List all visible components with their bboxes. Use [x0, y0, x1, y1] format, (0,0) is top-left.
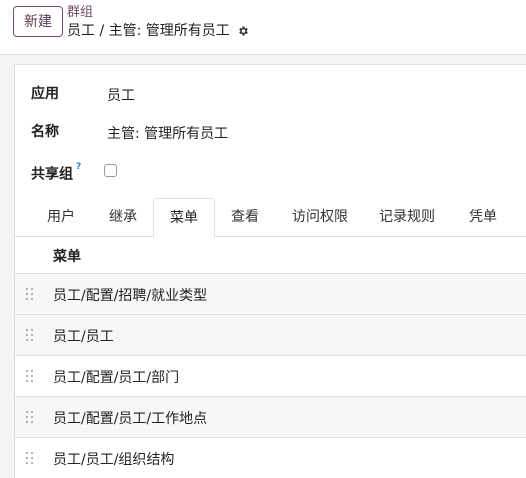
- menu-list-header: 菜单: [15, 237, 526, 274]
- breadcrumb: 员工 / 主管: 管理所有员工: [67, 22, 249, 40]
- menu-row-label: 员工/配置/员工/部门: [53, 370, 180, 386]
- menu-row-label: 员工/员工/组织结构: [53, 452, 175, 468]
- tab-vouchers[interactable]: 凭单: [456, 198, 510, 237]
- drag-handle-icon[interactable]: [26, 370, 36, 383]
- name-label: 名称: [31, 124, 59, 140]
- table-row[interactable]: 员工/配置/员工/工作地点: [15, 397, 526, 438]
- tab-inherited[interactable]: 继承: [95, 198, 151, 237]
- drag-handle-icon[interactable]: [26, 329, 36, 342]
- breadcrumb-current: 员工 / 主管: 管理所有员工: [67, 23, 230, 39]
- menu-row-label: 员工/配置/招聘/就业类型: [53, 288, 208, 304]
- new-button[interactable]: 新建: [13, 6, 63, 37]
- tab-access-rights[interactable]: 访问权限: [282, 198, 358, 237]
- table-row[interactable]: 员工/员工/组织结构: [15, 438, 526, 478]
- table-row[interactable]: 员工/配置/员工/部门: [15, 356, 526, 397]
- table-row[interactable]: 员工/员工: [15, 315, 526, 356]
- shared-group-label-text: 共享组: [31, 166, 73, 183]
- drag-handle-icon[interactable]: [26, 411, 36, 424]
- shared-group-label: 共享组?: [31, 162, 81, 184]
- drag-handle-icon[interactable]: [26, 452, 36, 465]
- shared-group-checkbox[interactable]: [104, 164, 117, 177]
- tab-menus[interactable]: 菜单: [153, 198, 215, 238]
- table-row[interactable]: 员工/配置/招聘/就业类型: [15, 274, 526, 315]
- menu-row-label: 员工/员工: [53, 329, 114, 345]
- tab-views[interactable]: 查看: [218, 198, 272, 237]
- menu-row-label: 员工/配置/员工/工作地点: [53, 411, 208, 427]
- app-label: 应用: [31, 86, 59, 102]
- tab-users[interactable]: 用户: [35, 198, 87, 237]
- control-panel: 新建 群组 员工 / 主管: 管理所有员工: [0, 0, 526, 55]
- drag-handle-icon[interactable]: [26, 288, 36, 301]
- breadcrumb-root[interactable]: 群组: [67, 5, 93, 21]
- app-value[interactable]: 员工: [107, 87, 135, 105]
- tab-record-rules[interactable]: 记录规则: [369, 198, 445, 237]
- name-value[interactable]: 主管: 管理所有员工: [107, 125, 228, 143]
- tab-bar: 用户 继承 菜单 查看 访问权限 记录规则 凭单: [15, 198, 526, 238]
- form-sheet: 应用 员工 名称 主管: 管理所有员工 共享组? 用户 继承 菜单 查看 访问权…: [14, 64, 526, 478]
- help-tooltip-icon[interactable]: ?: [76, 162, 81, 172]
- gear-icon[interactable]: [237, 25, 249, 37]
- menu-column-header[interactable]: 菜单: [53, 246, 81, 266]
